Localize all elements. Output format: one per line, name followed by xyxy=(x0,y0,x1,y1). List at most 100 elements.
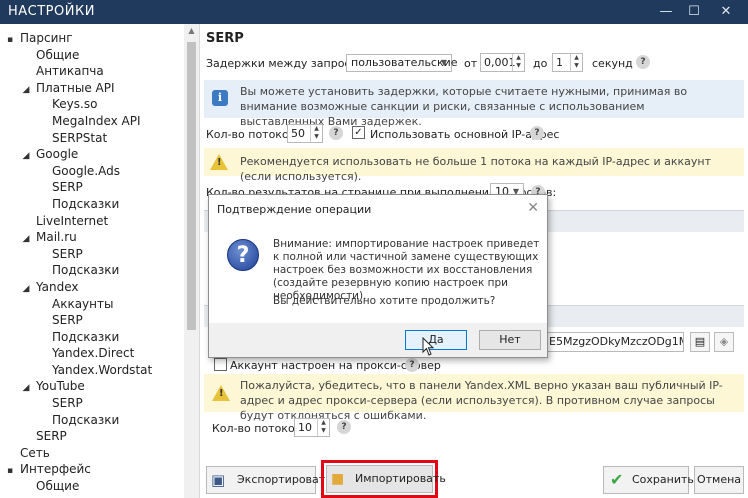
question-icon: ? xyxy=(227,239,259,271)
no-button[interactable]: Нет xyxy=(479,330,541,350)
tree-item[interactable]: ◢ Mail.ru xyxy=(0,229,184,246)
import-button[interactable]: ■ Импортировать xyxy=(326,465,446,493)
tree-item[interactable]: ◢ Yandex xyxy=(0,279,184,296)
delay-from-stepper[interactable]: 0,001 ▲ ▼ xyxy=(480,53,525,72)
proxy-account-checkbox[interactable] xyxy=(214,358,227,371)
tree-item[interactable]: ▪ Интерфейс xyxy=(0,461,184,478)
delay-from-value: 0,001 xyxy=(484,56,516,69)
tree-item[interactable]: ◢ YouTube xyxy=(0,378,184,395)
tree-item-label: Общие xyxy=(36,47,80,62)
export-button[interactable]: ▣ Экспортировать xyxy=(206,466,332,494)
tree-scrollbar[interactable]: ▲ xyxy=(184,24,199,498)
expand-toggle-icon[interactable]: ◢ xyxy=(20,281,32,297)
expand-toggle-icon[interactable]: ◢ xyxy=(20,82,32,98)
tree-item[interactable]: Сеть xyxy=(0,445,184,462)
tree-item[interactable]: Антикапча xyxy=(0,63,184,80)
delays-info-box: i Вы можете установить задержки, которые… xyxy=(204,80,744,128)
tree-item[interactable]: SERP xyxy=(0,312,184,329)
tree-item[interactable]: SERP xyxy=(0,179,184,196)
settings-tree: ▪ Парсинг Общие Антикапча ◢ Платные API Keys.s… xyxy=(0,24,200,498)
to-label: до xyxy=(533,57,548,70)
help-icon[interactable]: ? xyxy=(329,126,343,140)
tree-item[interactable]: SERP xyxy=(0,428,184,445)
xml-threads-stepper[interactable]: 10 ▲ ▼ xyxy=(294,418,330,437)
tree-item[interactable]: Подсказки xyxy=(0,329,184,346)
tree-item[interactable]: Подсказки xyxy=(0,196,184,213)
tree-item[interactable]: ◢ Платные API xyxy=(0,80,184,97)
tree-item-label: LiveInternet xyxy=(36,213,109,228)
paste-icon[interactable]: ▤ xyxy=(690,332,710,352)
minimize-button[interactable]: — xyxy=(652,2,680,22)
tree-item-label: MegaIndex API xyxy=(52,113,141,128)
help-icon[interactable]: ? xyxy=(530,126,544,140)
save-button[interactable]: ✔ Сохранить xyxy=(603,466,694,494)
expand-toggle-icon[interactable]: ▪ xyxy=(4,463,16,479)
spin-arrows-icon[interactable]: ▲ ▼ xyxy=(317,419,329,436)
close-button[interactable]: ✕ xyxy=(712,2,740,22)
tree-item[interactable]: SERP xyxy=(0,246,184,263)
tree-item-label: SERP xyxy=(52,246,83,261)
tree-item[interactable]: Подсказки xyxy=(0,412,184,429)
tree-item[interactable]: SERP xyxy=(0,395,184,412)
scrollbar-thumb[interactable] xyxy=(187,42,196,330)
cancel-button[interactable]: Отмена xyxy=(694,466,744,494)
spin-arrows-icon[interactable]: ▲ ▼ xyxy=(512,54,524,71)
tree-item[interactable]: Общие xyxy=(0,47,184,64)
proxy-warning-box: ! Пожалуйста, убедитесь, что в панели Ya… xyxy=(204,374,744,422)
xml-key-input[interactable]: E5MzgzODkyMzczODg1Mjg5 xyxy=(544,332,684,352)
help-icon[interactable]: ? xyxy=(405,358,419,372)
tree-item[interactable]: Yandex.Direct xyxy=(0,345,184,362)
mouse-cursor-icon xyxy=(422,337,435,356)
use-main-ip-checkbox[interactable]: ✓ xyxy=(352,126,365,139)
save-disk-icon: ▣ xyxy=(211,471,226,489)
dialog-question: Вы действительно хотите продолжить? xyxy=(273,295,496,307)
tree-item[interactable]: Google.Ads xyxy=(0,163,184,180)
checkmark-icon: ✔ xyxy=(610,470,624,489)
tree-item-label: Yandex xyxy=(36,279,79,294)
expand-toggle-icon[interactable]: ▪ xyxy=(4,32,16,48)
expand-toggle-icon[interactable]: ◢ xyxy=(20,148,32,164)
help-icon[interactable]: ? xyxy=(636,55,650,69)
warning-icon: ! xyxy=(210,154,228,170)
close-icon[interactable]: ✕ xyxy=(527,200,539,216)
tree-item[interactable]: ◢ Google xyxy=(0,146,184,163)
expand-toggle-icon[interactable]: ◢ xyxy=(20,380,32,396)
tree-item-label: YouTube xyxy=(36,379,85,394)
spin-arrows-icon[interactable]: ▲ ▼ xyxy=(310,125,322,142)
tree-item[interactable]: Yandex.Wordstat xyxy=(0,362,184,379)
tree-item[interactable]: LiveInternet xyxy=(0,213,184,230)
tree-item[interactable]: MegaIndex API xyxy=(0,113,184,130)
tree-item[interactable]: Подсказки xyxy=(0,262,184,279)
dialog-message: Внимание: импортирование настроек привед… xyxy=(273,238,540,302)
tree-item-label: SERPStat xyxy=(52,130,108,145)
seconds-label: секунд xyxy=(592,57,633,70)
tree-item[interactable]: ▪ Парсинг xyxy=(0,30,184,47)
help-icon[interactable]: ? xyxy=(337,420,351,434)
maximize-button[interactable]: ☐ xyxy=(680,2,708,22)
delays-mode-select[interactable]: пользовательские ▼ xyxy=(346,54,458,72)
tree-item-label: Google xyxy=(36,147,79,162)
scroll-up-icon[interactable]: ▲ xyxy=(184,24,199,38)
title-bar: НАСТРОЙКИ — ☐ ✕ xyxy=(0,0,748,24)
spin-arrows-icon[interactable]: ▲ ▼ xyxy=(570,54,582,71)
tree-item-label: Подсказки xyxy=(52,329,120,344)
expand-toggle-icon[interactable]: ◢ xyxy=(20,231,32,247)
tree-item-label: Аккаунты xyxy=(52,296,114,311)
tree-item-label: Антикапча xyxy=(36,64,104,79)
tree-item[interactable]: Аккаунты xyxy=(0,296,184,313)
clear-icon[interactable]: ◈ xyxy=(714,332,734,352)
serp-threads-value: 50 xyxy=(291,127,305,140)
xml-threads-label: Кол-во потоков: xyxy=(212,422,305,435)
tree-item[interactable]: SERPStat xyxy=(0,130,184,147)
yes-button[interactable]: Да xyxy=(405,330,467,350)
dialog-title: Подтверждение операции xyxy=(217,203,372,216)
tree-item-label: Подсказки xyxy=(52,263,120,278)
tree-item-label: SERP xyxy=(52,180,83,195)
serp-threads-stepper[interactable]: 50 ▲ ▼ xyxy=(287,124,323,143)
delay-to-stepper[interactable]: 1 ▲ ▼ xyxy=(552,53,583,72)
tree-item[interactable]: Keys.so xyxy=(0,96,184,113)
import-label: Импортировать xyxy=(355,472,446,485)
tree-item-label: SERP xyxy=(52,396,83,411)
tree-item-label: Интерфейс xyxy=(20,462,91,477)
tree-item[interactable]: Общие xyxy=(0,478,184,495)
